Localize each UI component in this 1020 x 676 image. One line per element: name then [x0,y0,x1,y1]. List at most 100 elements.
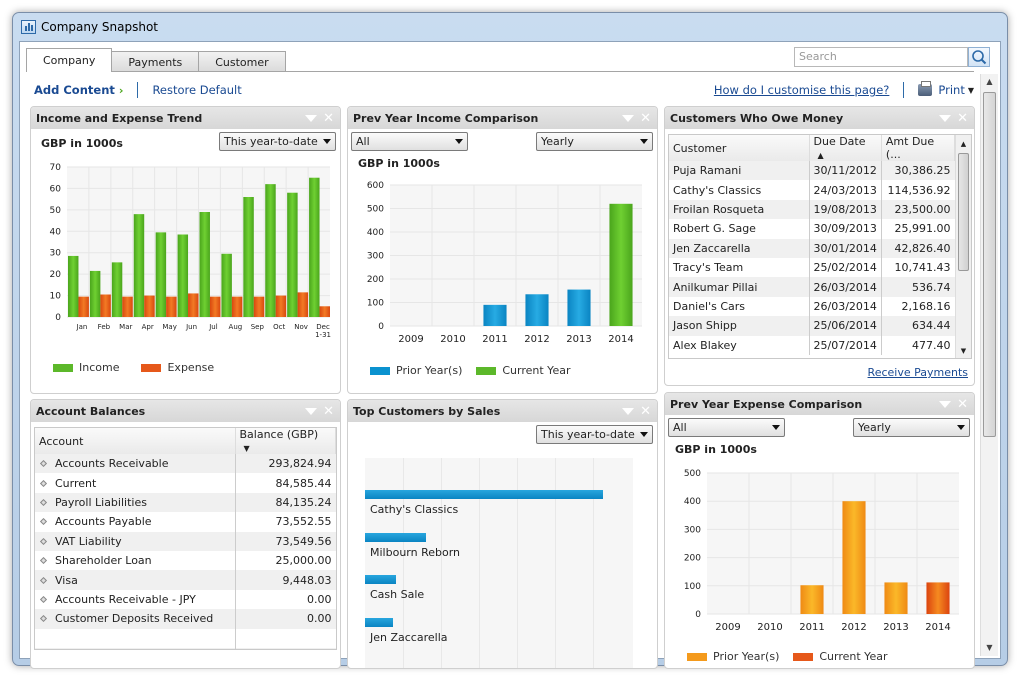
bar-customer-sales [365,575,396,584]
cell-amount-due: 25,991.00 [894,222,951,236]
cell-amount-due: 536.74 [881,277,955,297]
panel-header: Income and Expense Trend ✕ [31,107,340,129]
cell-customer: Cathy's Classics [669,180,810,200]
table-row[interactable]: Accounts Payable 73,552.55 [35,512,336,532]
filter-select[interactable]: All [668,418,785,437]
close-icon[interactable]: ✕ [640,111,651,126]
cell-account: Visa [35,570,236,590]
table-row[interactable]: Daniel's Cars 26/03/2014 2,168.16 [669,296,955,317]
tab-payments[interactable]: Payments [111,51,200,72]
close-icon[interactable]: ✕ [323,111,334,126]
column-header-amount-due[interactable]: Amt Due (... [881,135,956,161]
chart-legend: Income Expense [53,361,214,374]
table-row[interactable]: Cathy's Classics 24/03/2013 114,536.92 [669,180,955,200]
y-tick-label: 0 [695,610,701,620]
collapse-icon[interactable] [305,114,318,122]
search-button[interactable] [968,47,990,67]
x-tick-label: Dec [316,323,330,331]
table-row[interactable]: VAT Liability 73,549.56 [35,531,336,551]
table-row[interactable]: Payroll Liabilities 84,135.24 [35,492,336,513]
scroll-down-arrow[interactable]: ▼ [956,347,971,355]
y-tick-label: 600 [367,181,384,191]
table-row[interactable]: Accounts Receivable 293,824.94 [35,454,336,474]
help-link[interactable]: How do I customise this page? [714,83,890,97]
x-tick-label: May [162,323,176,331]
restore-default-link[interactable]: Restore Default [152,83,241,97]
chevron-down-icon [957,425,965,430]
search-icon [972,50,987,65]
period-select[interactable]: Yearly [853,418,970,437]
column-header-due-date[interactable]: Due Date ▲ [809,135,882,161]
bar-income [89,270,101,317]
cell-amount-due: 2,168.16 [901,299,951,313]
close-icon[interactable]: ✕ [640,404,651,419]
column-header-customer[interactable]: Customer [669,135,810,161]
cell-customer: Alex Blakey [669,335,810,355]
bar-expense [122,296,133,317]
filter-select-value: All [673,421,687,434]
period-select[interactable]: This year-to-date [536,425,653,444]
table-row[interactable]: Tracy's Team 25/02/2014 10,741.43 [669,257,955,278]
column-header-label: Due Date [813,135,866,148]
filter-select[interactable]: All [351,132,468,151]
close-icon[interactable]: ✕ [323,404,334,419]
cell-account: VAT Liability [35,531,236,551]
scroll-down-arrow[interactable]: ▼ [981,640,998,656]
scroll-thumb[interactable] [983,92,996,437]
close-icon[interactable]: ✕ [957,111,968,126]
cell-customer: Tracy's Team [669,257,810,278]
close-icon[interactable]: ✕ [957,397,968,412]
scroll-up-arrow[interactable]: ▲ [981,74,998,90]
collapse-icon[interactable] [622,114,635,122]
collapse-icon[interactable] [939,400,952,408]
y-tick-label: 70 [50,163,62,173]
table-row[interactable]: Alex Blakey 25/07/2014 477.40 [669,335,955,355]
page-scrollbar[interactable]: ▲ ▼ [980,74,998,656]
table-row[interactable]: Froilan Rosqueta 19/08/2013 23,500.00 [669,199,955,220]
legend-label: Expense [167,361,215,374]
collapse-icon[interactable] [305,407,318,415]
column-header-balance[interactable]: Balance (GBP) ▼ [235,428,336,454]
y-tick-label: 50 [50,206,62,216]
table-row[interactable]: Customer Deposits Received 0.00 [35,609,336,629]
add-content-link[interactable]: Add Content [34,83,115,97]
period-select[interactable]: Yearly [536,132,653,151]
print-button[interactable]: Print ▼ [918,81,974,97]
scroll-up-arrow[interactable]: ▲ [956,140,971,148]
y-tick-label: 60 [50,184,62,194]
page-toolbar: Add Content › Restore Default How do I c… [34,80,974,100]
search-input[interactable]: Search [794,47,968,67]
table-row[interactable]: Jason Shipp 25/06/2014 634.44 [669,316,955,336]
panel-header: Customers Who Owe Money ✕ [665,107,974,129]
unit-label: GBP in 1000s [41,137,123,150]
column-header-account[interactable]: Account [35,428,236,454]
tab-company[interactable]: Company [26,48,113,72]
tab-customer[interactable]: Customer [198,51,286,72]
bar-current-year [609,203,633,326]
dropdown-arrow-icon: ▼ [967,85,974,95]
bar-income [155,232,167,317]
scroll-thumb[interactable] [958,153,969,271]
collapse-icon[interactable] [622,407,635,415]
bar-label: Cash Sale [370,588,425,601]
table-row[interactable]: Jen Zaccarella 30/01/2014 42,826.40 [669,238,955,258]
table-row[interactable]: Anilkumar Pillai 26/03/2014 536.74 [669,277,955,297]
period-select[interactable]: This year-to-date [219,132,336,151]
bar-income [309,177,320,317]
account-name: Shareholder Loan [55,554,152,568]
table-scrollbar[interactable]: ▲ ▼ [955,135,971,358]
table-row[interactable]: Current 84,585.44 [35,473,336,493]
table-row[interactable]: Visa 9,448.03 [35,570,336,590]
legend-swatch-prior [370,366,390,375]
table-row[interactable]: Shareholder Loan 25,000.00 [35,550,336,571]
sort-ascending-icon: ▲ [817,151,824,160]
table-row[interactable]: Accounts Receivable - JPY 0.00 [35,589,336,610]
bar-prior-year [884,582,908,614]
table-row[interactable]: Robert G. Sage 30/09/2013 25,991.00 [669,219,955,239]
chart-legend: Prior Year(s) Current Year [687,650,887,663]
collapse-icon[interactable] [939,114,952,122]
table-row[interactable]: Puja Ramani 30/11/2012 30,386.25 [669,161,955,181]
bar-income [287,192,298,317]
bar-customer-sales [365,532,426,542]
receive-payments-link[interactable]: Receive Payments [868,366,968,379]
